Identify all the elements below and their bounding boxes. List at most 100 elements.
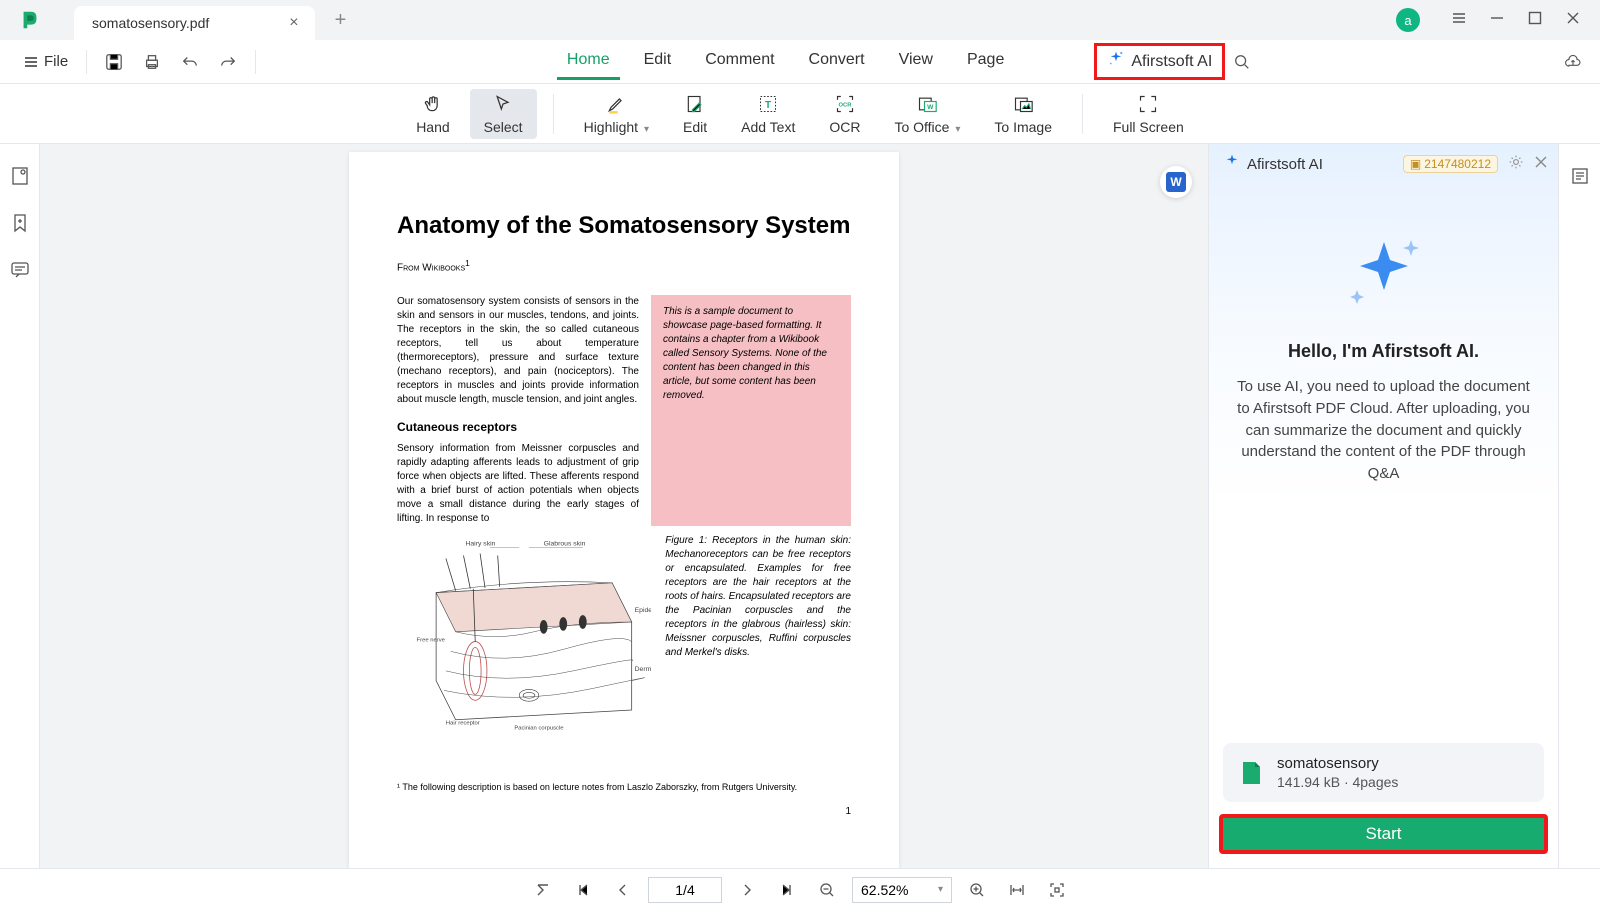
tool-label: To Image: [994, 119, 1052, 135]
ai-file-card: somatosensory 141.94 kB · 4pages: [1223, 743, 1544, 802]
tool-label: OCR: [829, 119, 860, 135]
svg-text:Pacinian corpuscle: Pacinian corpuscle: [514, 726, 563, 732]
last-page-button[interactable]: [772, 875, 802, 905]
figure-skin-receptors: Hairy skin Glabrous skin: [397, 534, 651, 754]
menu-tab-view[interactable]: View: [889, 43, 943, 80]
start-button[interactable]: Start: [1219, 814, 1548, 854]
gear-icon[interactable]: [1508, 154, 1524, 174]
to-image-tool-button[interactable]: To Image: [980, 89, 1066, 139]
close-ai-panel-icon[interactable]: [1534, 155, 1548, 173]
tab-add-button[interactable]: +: [335, 9, 347, 32]
menu-tab-page[interactable]: Page: [957, 43, 1014, 80]
menu-tab-label: Convert: [809, 51, 865, 68]
pdf-page: Anatomy of the Somatosensory System From…: [349, 152, 899, 868]
highlight-icon: [606, 93, 626, 115]
full-screen-tool-button[interactable]: Full Screen: [1099, 89, 1198, 139]
cloud-upload-icon[interactable]: [1564, 53, 1582, 71]
sparkle-large-icon: [1339, 234, 1429, 319]
tab-close-icon[interactable]: ×: [289, 14, 298, 32]
edit-doc-icon: [685, 93, 705, 115]
svg-text:OCR: OCR: [838, 102, 852, 108]
highlight-tool-button[interactable]: Highlight ▾: [570, 89, 663, 139]
to-image-icon: [1013, 93, 1033, 115]
fit-page-icon[interactable]: [1042, 875, 1072, 905]
search-icon[interactable]: [1233, 53, 1251, 71]
figure-label: Hairy skin: [465, 541, 495, 548]
document-tab[interactable]: somatosensory.pdf ×: [74, 6, 315, 40]
user-avatar[interactable]: a: [1396, 8, 1420, 32]
ocr-tool-button[interactable]: OCR OCR: [815, 89, 874, 139]
to-office-tool-button[interactable]: W To Office ▾: [880, 89, 974, 139]
figure-caption: Figure 1: Receptors in the human skin: M…: [665, 534, 851, 754]
tool-label: Edit: [683, 119, 707, 135]
document-viewport[interactable]: W Anatomy of the Somatosensory System Fr…: [40, 144, 1208, 868]
tool-label: Hand: [416, 119, 449, 135]
first-page-icon[interactable]: [528, 875, 558, 905]
document-source: From Wikibooks1: [397, 258, 851, 273]
menu-tab-label: Comment: [705, 51, 774, 68]
print-icon[interactable]: [143, 53, 161, 71]
redo-icon[interactable]: [219, 53, 237, 71]
ai-id-chip[interactable]: ▣ 2147480212: [1403, 155, 1498, 173]
file-menu-label: File: [44, 53, 68, 70]
maximize-icon[interactable]: [1528, 11, 1542, 30]
fit-width-icon[interactable]: [1002, 875, 1032, 905]
chevron-down-icon: ▾: [938, 884, 943, 895]
undo-icon[interactable]: [181, 53, 199, 71]
tool-label: Highlight ▾: [584, 119, 649, 135]
svg-text:Glabrous skin: Glabrous skin: [544, 541, 586, 548]
ai-greeting: Hello, I'm Afirstsoft AI.: [1288, 341, 1479, 362]
minimize-icon[interactable]: [1490, 11, 1504, 30]
select-tool-button[interactable]: Select: [470, 89, 537, 139]
properties-panel-icon[interactable]: [1570, 166, 1590, 191]
section-heading: Cutaneous receptors: [397, 419, 639, 436]
afirstsoft-ai-tab[interactable]: Afirstsoft AI: [1094, 43, 1225, 80]
zoom-in-icon[interactable]: [962, 875, 992, 905]
close-icon[interactable]: [1566, 11, 1580, 30]
comment-panel-icon[interactable]: [10, 260, 30, 285]
word-export-floating-icon[interactable]: W: [1160, 166, 1192, 198]
sparkle-icon: [1223, 153, 1241, 175]
prev-page-button[interactable]: [608, 875, 638, 905]
zoom-select[interactable]: 62.52% ▾: [852, 877, 952, 903]
ai-tab-label: Afirstsoft AI: [1131, 53, 1212, 71]
menu-tab-comment[interactable]: Comment: [695, 43, 784, 80]
first-page-button[interactable]: [568, 875, 598, 905]
menu-tab-label: Edit: [644, 51, 672, 68]
start-button-label: Start: [1366, 824, 1402, 844]
app-logo-icon: [16, 6, 44, 34]
ai-file-meta: 141.94 kB · 4pages: [1277, 774, 1530, 790]
page-number: 1: [397, 806, 851, 817]
chevron-down-icon: ▾: [644, 124, 649, 135]
tab-title: somatosensory.pdf: [92, 15, 209, 31]
sparkle-icon: [1107, 50, 1125, 73]
hand-tool-button[interactable]: Hand: [402, 89, 463, 139]
footnote: ¹ The following description is based on …: [397, 782, 851, 792]
edit-tool-button[interactable]: Edit: [669, 89, 721, 139]
ai-panel-title: Afirstsoft AI: [1247, 156, 1323, 173]
tool-label: Full Screen: [1113, 119, 1184, 135]
menu-tab-edit[interactable]: Edit: [634, 43, 682, 80]
hamburger-menu-icon[interactable]: [1452, 11, 1466, 30]
menu-tab-home[interactable]: Home: [557, 43, 620, 80]
thumbnail-icon[interactable]: [10, 166, 30, 191]
add-text-tool-button[interactable]: T Add Text: [727, 89, 809, 139]
page-input[interactable]: [648, 877, 722, 903]
menu-tab-label: Page: [967, 51, 1004, 68]
file-menu[interactable]: File: [14, 49, 78, 74]
svg-text:Dermis: Dermis: [635, 666, 652, 673]
tool-label: Add Text: [741, 119, 795, 135]
menu-tab-label: Home: [567, 51, 610, 68]
zoom-out-icon[interactable]: [812, 875, 842, 905]
next-page-button[interactable]: [732, 875, 762, 905]
save-icon[interactable]: [105, 53, 123, 71]
cursor-icon: [493, 93, 513, 115]
pdf-file-icon: [1237, 759, 1265, 787]
zoom-value: 62.52%: [861, 882, 908, 898]
tool-label: To Office ▾: [894, 119, 960, 135]
bookmark-icon[interactable]: [10, 213, 30, 238]
menu-tab-convert[interactable]: Convert: [799, 43, 875, 80]
ai-file-name: somatosensory: [1277, 755, 1530, 772]
body-paragraph: Sensory information from Meissner corpus…: [397, 442, 639, 526]
add-text-icon: T: [758, 93, 778, 115]
